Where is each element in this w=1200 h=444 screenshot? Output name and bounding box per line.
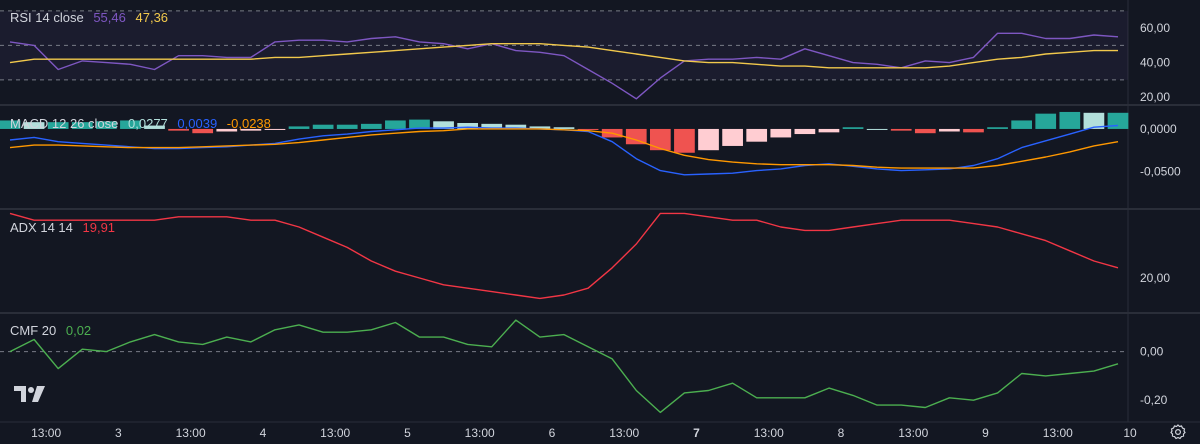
- x-tick-label: 10: [1123, 426, 1137, 440]
- macd-histogram-bar: [987, 127, 1008, 129]
- x-tick-label: 9: [982, 426, 989, 440]
- x-tick-label: 13:00: [609, 426, 639, 440]
- x-tick-label: 5: [404, 426, 411, 440]
- rsi-y-tick-label: 20,00: [1140, 90, 1170, 104]
- macd-histogram-bar: [312, 124, 334, 129]
- x-tick-label: 13:00: [176, 426, 206, 440]
- x-tick-label: 6: [549, 426, 556, 440]
- gear-icon[interactable]: [1170, 424, 1186, 440]
- macd-histogram-bar: [1035, 113, 1057, 129]
- rsi-y-tick-label: 60,00: [1140, 21, 1170, 35]
- cmf-legend: CMF 20 0,02: [10, 323, 97, 338]
- macd-histogram-bar: [890, 128, 912, 131]
- x-tick-label: 8: [838, 426, 845, 440]
- cmf-y-tick-label: -0,20: [1140, 393, 1168, 407]
- macd-line-legend-value: 0,0039: [177, 116, 218, 131]
- x-tick-label: 7: [693, 426, 700, 440]
- adx-y-tick-label: 20,00: [1140, 271, 1170, 285]
- macd-histogram-bar: [963, 128, 984, 133]
- macd-histogram-legend-value: 0,0277: [128, 116, 168, 131]
- rsi-legend-title: RSI 14 close: [10, 10, 84, 25]
- cmf-y-tick-label: 0,00: [1140, 345, 1164, 359]
- macd-histogram-bar: [674, 128, 695, 153]
- indicator-chart: 60,00 40,00 20,00 0,0000 -0,0500 20,00 0,00 -0,…: [0, 0, 1200, 444]
- macd-histogram-bar: [722, 128, 743, 146]
- macd-histogram-bar: [360, 123, 382, 129]
- adx-legend: ADX 14 14 19,91: [10, 220, 121, 235]
- macd-y-tick-label: -0,0500: [1140, 164, 1181, 178]
- macd-histogram-bar: [914, 128, 936, 134]
- macd-histogram-bar: [336, 124, 358, 129]
- x-tick-label: 13:00: [31, 426, 61, 440]
- rsi-legend-value: 55,46: [93, 10, 126, 25]
- x-tick-label: 4: [260, 426, 267, 440]
- cmf-legend-title: CMF 20: [10, 323, 57, 338]
- macd-histogram-bar: [1011, 120, 1033, 129]
- macd-histogram-bar: [770, 128, 792, 138]
- adx-legend-title: ADX 14 14: [10, 220, 73, 235]
- macd-y-tick-label: 0,0000: [1140, 122, 1177, 136]
- macd-legend: MACD 12 26 close 0,0277 0,0039 -0,0238: [10, 116, 277, 131]
- macd-histogram-bar: [842, 127, 864, 129]
- macd-histogram-bar: [939, 128, 960, 132]
- macd-histogram-bar: [866, 128, 888, 130]
- x-tick-label: 13:00: [1043, 426, 1073, 440]
- x-tick-label: 13:00: [898, 426, 928, 440]
- macd-histogram-bar: [385, 120, 406, 129]
- macd-histogram-bar: [698, 128, 719, 151]
- macd-histogram-bar: [746, 128, 768, 142]
- rsi-y-tick-label: 40,00: [1140, 56, 1170, 70]
- x-tick-label: 13:00: [320, 426, 350, 440]
- rsi-ma-legend-value: 47,36: [135, 10, 169, 25]
- x-tick-label: 13:00: [754, 426, 784, 440]
- macd-histogram-bar: [553, 127, 575, 129]
- macd-histogram-bar: [1059, 111, 1081, 129]
- macd-histogram-bar: [288, 126, 310, 129]
- tradingview-logo-icon[interactable]: [12, 382, 48, 406]
- x-tick-label: 13:00: [465, 426, 495, 440]
- adx-legend-value: 19,91: [82, 220, 116, 235]
- macd-signal-legend-value: -0,0238: [226, 116, 271, 131]
- rsi-legend: RSI 14 close 55,46 47,36: [10, 10, 174, 25]
- macd-histogram-bar: [794, 128, 816, 135]
- x-tick-label: 3: [115, 426, 122, 440]
- macd-legend-title: MACD 12 26 close: [10, 116, 119, 131]
- macd-histogram-bar: [649, 128, 671, 151]
- cmf-legend-value: 0,02: [65, 323, 92, 338]
- macd-histogram-bar: [818, 128, 840, 133]
